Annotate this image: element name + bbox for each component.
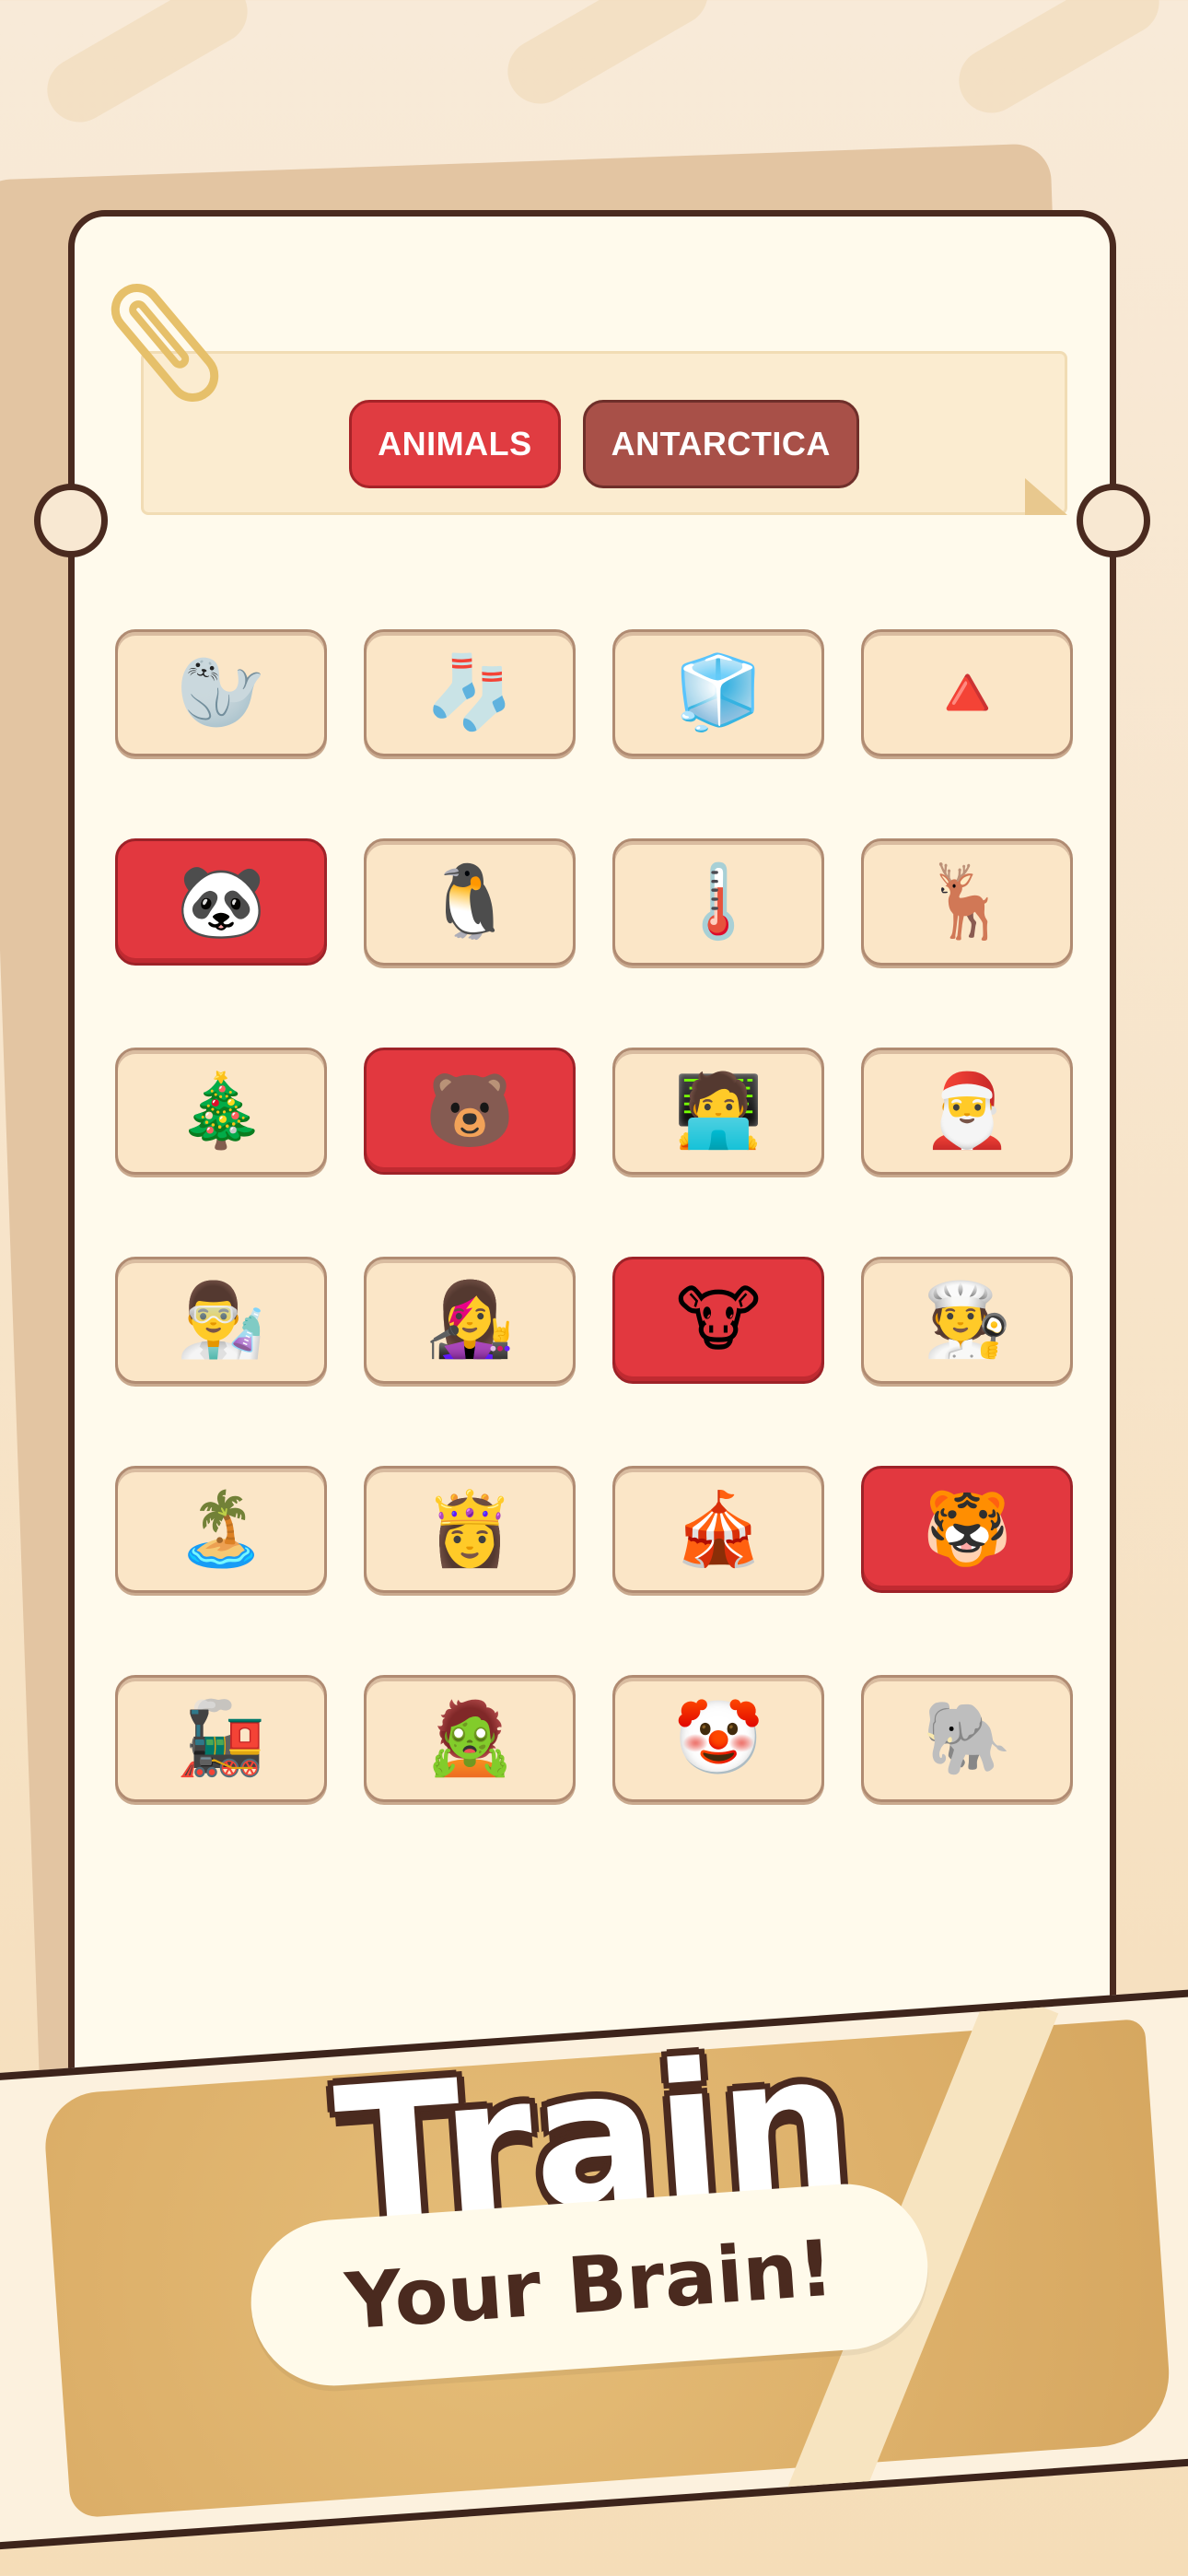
bear-icon: 🐻 bbox=[425, 1070, 515, 1153]
emoji-tile[interactable]: 🧦 bbox=[364, 629, 576, 756]
category-banner: ANIMALS ANTARCTICA bbox=[141, 351, 1067, 515]
background-pencil bbox=[495, 0, 720, 116]
thermometer-icon: 🌡️ bbox=[673, 861, 763, 943]
emoji-tile[interactable]: 🐻 bbox=[364, 1048, 576, 1175]
emoji-tile[interactable]: 🐮 bbox=[612, 1257, 824, 1384]
chef-icon: 🧑‍🍳 bbox=[922, 1279, 1012, 1362]
oasis-icon: 🏝️ bbox=[176, 1488, 266, 1571]
emoji-tile[interactable]: 🐼 bbox=[115, 838, 327, 966]
emoji-tile[interactable]: 🧑‍💻 bbox=[612, 1048, 824, 1175]
emoji-tile[interactable]: 🐘 bbox=[861, 1675, 1073, 1802]
pharaoh-icon: 👸 bbox=[425, 1488, 515, 1571]
emoji-tile[interactable]: 🐯 bbox=[861, 1466, 1073, 1593]
category-tags: ANIMALS ANTARCTICA bbox=[144, 400, 1065, 488]
christmas-trees-icon: 🎄 bbox=[176, 1070, 266, 1153]
emoji-tile[interactable]: 🎄 bbox=[115, 1048, 327, 1175]
emoji-tile[interactable]: 🎅 bbox=[861, 1048, 1073, 1175]
tiger-icon: 🐯 bbox=[922, 1488, 1012, 1571]
background-pencil bbox=[947, 0, 1171, 125]
puzzle-card: ANIMALS ANTARCTICA 🦭 🧦 🧊 🔺 🐼 🐧 🌡️ 🦌 🎄 🐻 🧑‍💻 🎅 👨‍🔬 👩‍🎤… bbox=[34, 210, 1150, 2255]
emoji-tile[interactable]: 🏝️ bbox=[115, 1466, 327, 1593]
seal-icon: 🦭 bbox=[176, 651, 266, 734]
card-notch-left bbox=[34, 484, 108, 557]
category-tag-animals[interactable]: ANIMALS bbox=[349, 400, 561, 488]
emoji-tile[interactable]: 👨‍🔬 bbox=[115, 1257, 327, 1384]
elephant-icon: 🐘 bbox=[922, 1697, 1012, 1780]
circus-tent-icon: 🎪 bbox=[673, 1488, 763, 1571]
scientist-icon: 👨‍🔬 bbox=[176, 1279, 266, 1362]
category-tag-antarctica[interactable]: ANTARCTICA bbox=[582, 400, 859, 488]
emoji-tile[interactable]: 🔺 bbox=[861, 629, 1073, 756]
emoji-tile[interactable]: 🦌 bbox=[861, 838, 1073, 966]
emoji-tile[interactable]: 🐧 bbox=[364, 838, 576, 966]
background-pencil bbox=[35, 0, 260, 135]
penguin-icon: 🐧 bbox=[425, 861, 515, 943]
emoji-tile[interactable]: 🧑‍🍳 bbox=[861, 1257, 1073, 1384]
emoji-tile[interactable]: 🌡️ bbox=[612, 838, 824, 966]
iceberg-icon: 🧊 bbox=[673, 651, 763, 734]
banner-fold bbox=[1025, 478, 1067, 515]
christmas-stocking-icon: 🧦 bbox=[425, 651, 515, 734]
emoji-grid: 🦭 🧦 🧊 🔺 🐼 🐧 🌡️ 🦌 🎄 🐻 🧑‍💻 🎅 👨‍🔬 👩‍🎤 🐮 🧑‍🍳 🏝️ 👸 🎪 🐯 🚂 🧟 🤡 🐘 bbox=[115, 629, 1073, 1802]
card-notch-right bbox=[1077, 484, 1150, 557]
emoji-tile[interactable]: 👩‍🎤 bbox=[364, 1257, 576, 1384]
emoji-tile[interactable]: 🧟 bbox=[364, 1675, 576, 1802]
emoji-tile[interactable]: 🚂 bbox=[115, 1675, 327, 1802]
clown-icon: 🤡 bbox=[673, 1697, 763, 1780]
emoji-tile[interactable]: 🤡 bbox=[612, 1675, 824, 1802]
mummy-icon: 🧟 bbox=[425, 1697, 515, 1780]
cow-icon: 🐮 bbox=[675, 1279, 762, 1362]
santa-icon: 🎅 bbox=[922, 1070, 1012, 1153]
panda-icon: 🐼 bbox=[176, 861, 266, 943]
emoji-tile[interactable]: 🧊 bbox=[612, 629, 824, 756]
emoji-tile[interactable]: 🦭 bbox=[115, 629, 327, 756]
emoji-tile[interactable]: 🎪 bbox=[612, 1466, 824, 1593]
pyramid-icon: 🔺 bbox=[922, 651, 1012, 734]
rockstar-icon: 👩‍🎤 bbox=[425, 1279, 515, 1362]
train-icon: 🚂 bbox=[176, 1697, 266, 1780]
deer-icon: 🦌 bbox=[922, 861, 1012, 943]
emoji-tile[interactable]: 👸 bbox=[364, 1466, 576, 1593]
person-laptop-icon: 🧑‍💻 bbox=[673, 1070, 763, 1153]
